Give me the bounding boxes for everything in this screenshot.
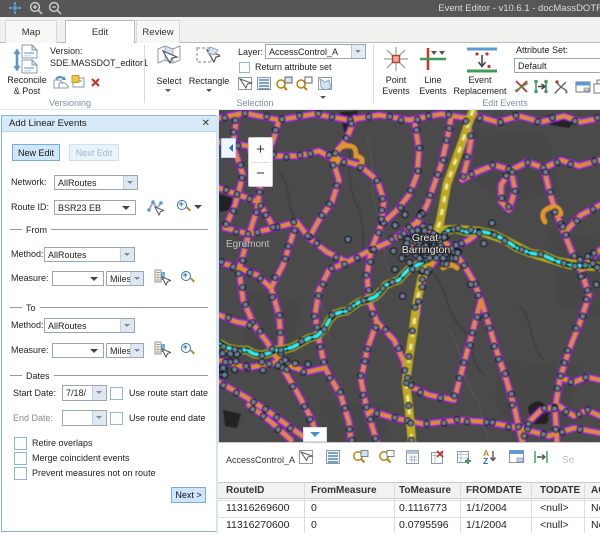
svg-text:Se: Se	[562, 455, 575, 466]
svg-text:Egremont: Egremont	[226, 239, 270, 250]
svg-text:Barrington: Barrington	[402, 244, 451, 256]
svg-text:Z: Z	[483, 456, 488, 466]
svg-text:Great: Great	[412, 232, 438, 244]
